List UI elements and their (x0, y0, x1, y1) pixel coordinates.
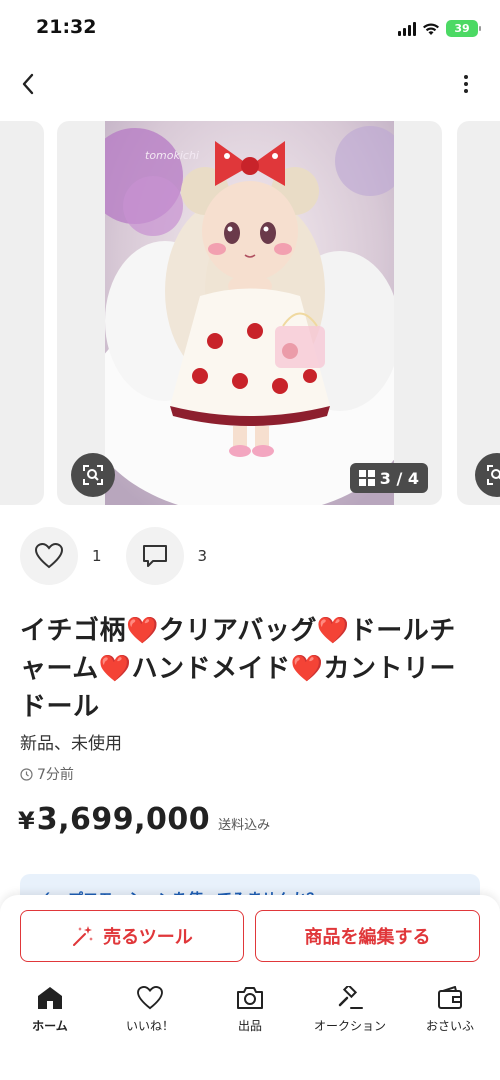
photo-watermark: tomokichi (145, 149, 199, 162)
more-options-button[interactable] (450, 68, 482, 100)
previous-slide[interactable]: / 4 (0, 121, 44, 505)
edit-item-button[interactable]: 商品を編集する (255, 910, 480, 962)
signal-icon (398, 21, 416, 36)
home-icon (36, 985, 64, 1011)
sell-tool-label: 売るツール (103, 927, 193, 948)
camera-icon (236, 985, 264, 1011)
tab-home-label: ホーム (32, 1019, 68, 1033)
image-counter-label: 3 / 4 (379, 468, 419, 488)
doll-image (105, 121, 394, 505)
comment-button[interactable] (125, 527, 184, 585)
status-bar: 21:32 39 (0, 0, 500, 60)
heart-icon (35, 543, 63, 569)
like-button[interactable] (20, 527, 78, 585)
gavel-icon (336, 985, 364, 1011)
product-title: イチゴ柄❤️クリアバッグ❤️ドールチャーム❤️ハンドメイド❤️カントリードール (20, 616, 456, 722)
edit-item-label: 商品を編集する (304, 927, 431, 948)
price: 3,699,000 (36, 802, 211, 837)
tab-sell[interactable]: 出品 (200, 985, 300, 1045)
chevron-left-icon (22, 73, 34, 95)
tab-wallet-label: おさいふ (425, 1019, 474, 1033)
tab-auction-label: オークション (313, 1019, 386, 1033)
sell-tool-button[interactable]: 売るツール (20, 910, 244, 962)
like-count: 1 (92, 547, 102, 565)
back-button[interactable] (12, 68, 44, 100)
tab-sell-label: 出品 (237, 1019, 262, 1033)
heart-icon (136, 985, 164, 1011)
bottom-action-sheet: 売るツール 商品を編集する ホーム いいね！ 出品 オークション おさいふ (0, 895, 500, 1080)
grid-icon (358, 470, 375, 486)
wallet-icon (436, 985, 464, 1011)
tab-likes-label: いいね！ (125, 1019, 174, 1033)
price-row: ¥ 3,699,000 送料込み (18, 802, 270, 837)
wifi-icon (423, 23, 439, 35)
currency-symbol: ¥ (18, 807, 35, 835)
battery-icon: 39 (446, 20, 481, 37)
more-dot-icon (464, 82, 468, 86)
shipping-label: 送料込み (218, 818, 271, 833)
image-counter[interactable]: 3 / 4 (349, 463, 428, 493)
image-carousel[interactable]: / 4 (0, 121, 500, 507)
more-dot-icon (464, 75, 468, 79)
zoom-icon (83, 465, 103, 485)
tab-bar: ホーム いいね！ 出品 オークション おさいふ (0, 985, 500, 1045)
product-condition: 新品、未使用 (20, 734, 122, 754)
reactions-row: 1 3 (20, 527, 231, 585)
tab-likes[interactable]: いいね！ (100, 985, 200, 1045)
more-dot-icon (464, 89, 468, 93)
tab-wallet[interactable]: おさいふ (400, 985, 500, 1045)
tab-auction[interactable]: オークション (300, 985, 400, 1045)
status-time: 21:32 (36, 16, 97, 38)
next-slide[interactable] (457, 121, 500, 505)
zoom-button-next[interactable] (475, 453, 500, 497)
status-icons: 39 (398, 20, 481, 37)
clock-icon (20, 767, 33, 781)
zoom-icon (487, 465, 500, 485)
zoom-button[interactable] (71, 453, 115, 497)
tab-home[interactable]: ホーム (0, 985, 100, 1045)
sparkle-wand-icon (73, 926, 94, 946)
current-slide[interactable]: tomokichi 3 / 4 (57, 121, 442, 505)
comment-icon (142, 545, 167, 567)
posted-time-label: 7分前 (37, 767, 74, 783)
nav-bar (0, 62, 500, 106)
posted-time: 7分前 (20, 764, 74, 784)
product-photo[interactable]: tomokichi (105, 121, 394, 505)
comment-count: 3 (197, 547, 208, 565)
